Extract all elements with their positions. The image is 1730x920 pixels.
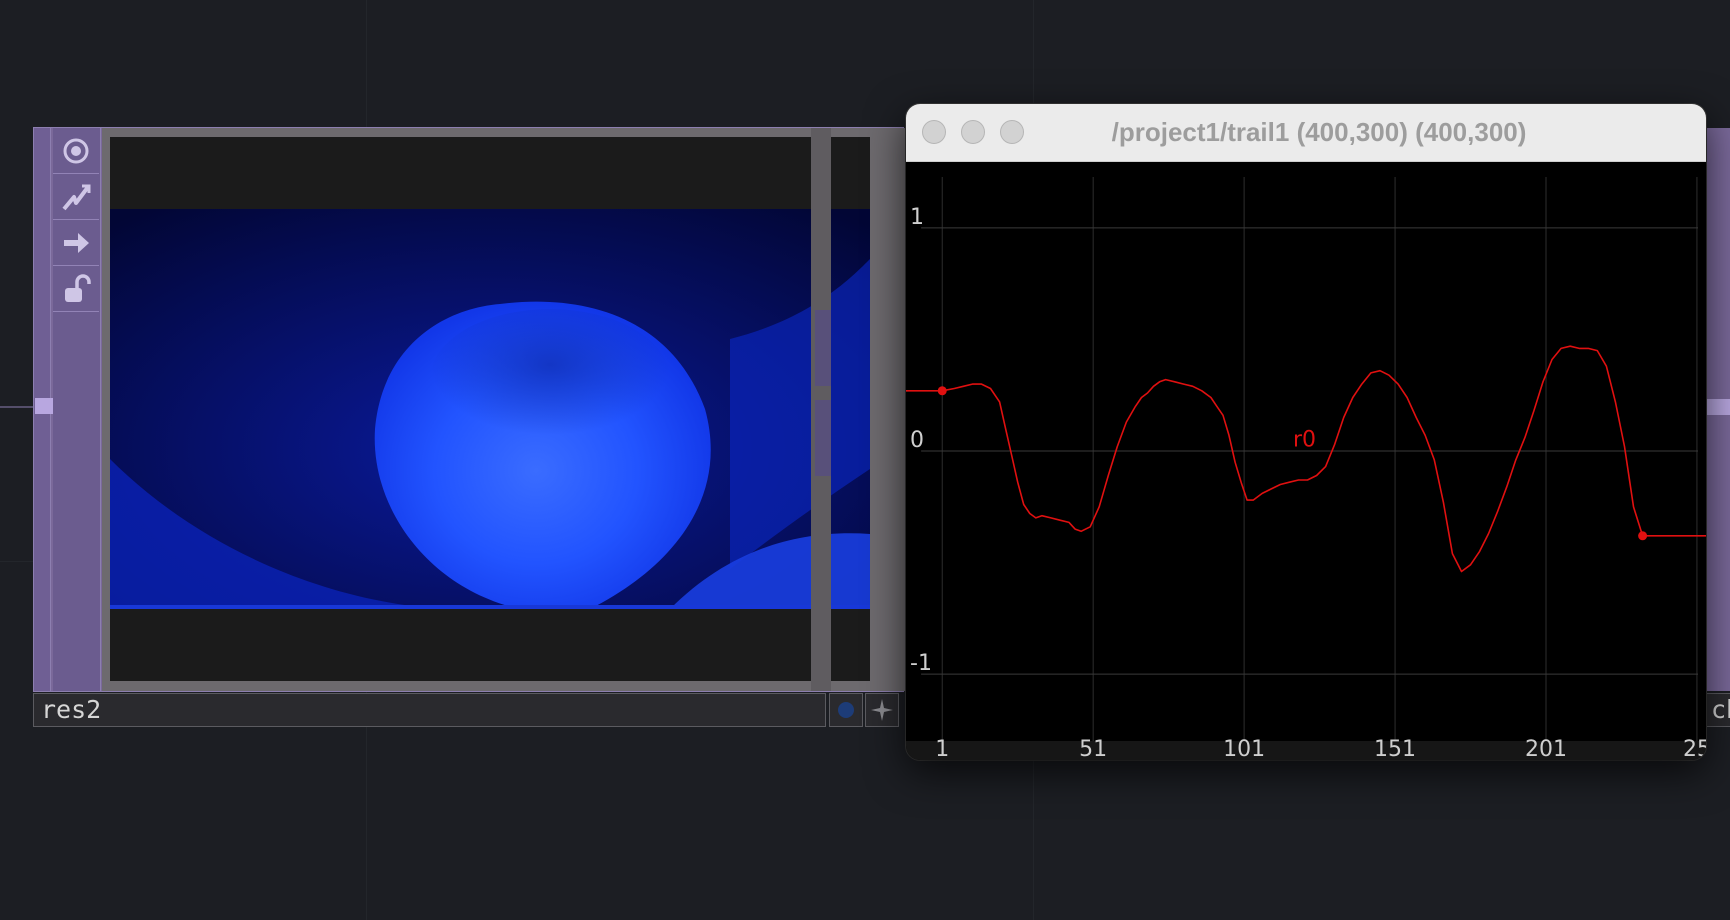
trail-chart[interactable]: 1 51 101 151 201 2510-1r0 xyxy=(906,161,1706,760)
series-marker xyxy=(1638,531,1648,541)
x-tick-label: 51 xyxy=(1079,737,1107,760)
x-tick-label: 25 xyxy=(1683,737,1706,760)
node-viewer[interactable] xyxy=(110,137,870,681)
y-tick-label: 0 xyxy=(910,428,924,453)
viewer-icon[interactable] xyxy=(53,128,99,174)
sparkle-icon xyxy=(871,699,893,721)
series-label: r0 xyxy=(1293,428,1316,453)
jellyfish-image xyxy=(110,209,870,609)
x-tick-label: 151 xyxy=(1374,737,1416,760)
pin-button[interactable] xyxy=(865,693,899,727)
node-input-strip xyxy=(34,128,53,691)
dot-icon xyxy=(838,702,854,718)
viewer-toggle-button[interactable] xyxy=(829,693,863,727)
output-connector[interactable] xyxy=(815,310,831,386)
input-connector[interactable] xyxy=(35,398,53,414)
output-connector[interactable] xyxy=(815,400,831,476)
y-tick-label: 1 xyxy=(910,205,924,230)
neighbor-node[interactable] xyxy=(1706,128,1730,691)
series-marker xyxy=(937,386,947,396)
node-right-rail xyxy=(811,128,831,691)
window-titlebar[interactable]: /project1/trail1 (400,300) (400,300) xyxy=(906,104,1706,162)
x-tick-label: 101 xyxy=(1223,737,1265,760)
lock-icon[interactable] xyxy=(53,266,99,312)
bypass-icon[interactable] xyxy=(53,174,99,220)
input-connector[interactable] xyxy=(1707,399,1730,415)
series-line-r0 xyxy=(906,345,1706,573)
node-flag-toolbar xyxy=(53,128,101,691)
x-tick-label: 1 xyxy=(935,737,949,760)
node-name-field[interactable]: res2 xyxy=(33,693,826,727)
x-tick-label: 201 xyxy=(1525,737,1567,760)
export-arrow-icon[interactable] xyxy=(53,220,99,266)
x-axis-band xyxy=(906,741,1706,760)
trail-viewer-window[interactable]: /project1/trail1 (400,300) (400,300) 1 51… xyxy=(906,104,1706,760)
window-title: /project1/trail1 (400,300) (400,300) xyxy=(1111,117,1527,147)
input-wire xyxy=(0,406,34,408)
neighbor-node-name[interactable]: ch xyxy=(1706,693,1730,727)
top-node-res2[interactable] xyxy=(33,127,905,692)
y-tick-label: -1 xyxy=(910,651,932,676)
node-viewer-frame xyxy=(102,128,905,691)
